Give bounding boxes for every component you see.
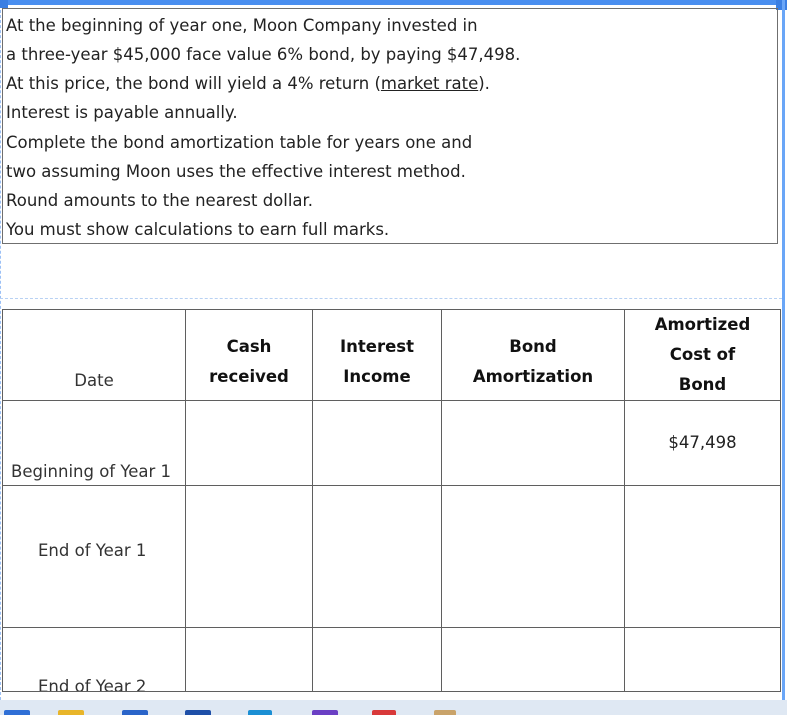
row-label-beginning-year-1: Beginning of Year 1 (2, 400, 186, 486)
cell-amortized-cost-row-1[interactable]: $47,498 (624, 400, 781, 486)
store-icon[interactable] (122, 710, 148, 715)
table-row: Beginning of Year 1 $47,498 (2, 400, 781, 486)
edge-icon[interactable] (248, 710, 272, 715)
header-date: Date (2, 309, 186, 401)
question-line-6: two assuming Moon uses the effective int… (6, 162, 466, 181)
question-line-7: Round amounts to the nearest dollar. (6, 191, 314, 210)
table-row: End of Year 1 (2, 485, 781, 628)
header-bond-amortization: Bond Amortization (441, 309, 625, 401)
taskbar (0, 700, 787, 715)
settings-icon[interactable] (434, 710, 456, 715)
header-interest-income: Interest Income (312, 309, 442, 401)
cell-cash-row-3[interactable] (185, 627, 313, 692)
mail-icon[interactable] (185, 710, 211, 715)
taskbar-app-icon[interactable] (4, 710, 30, 715)
header-amortized-cost: Amortized Cost of Bond (624, 309, 781, 401)
cell-amortization-row-3[interactable] (441, 627, 625, 692)
folder-icon[interactable] (58, 710, 84, 715)
app-icon[interactable] (312, 710, 338, 715)
selection-guide (0, 298, 782, 299)
selection-left-edge (0, 0, 1, 700)
cell-amortization-row-2[interactable] (441, 485, 625, 628)
cell-interest-row-2[interactable] (312, 485, 442, 628)
question-line-2: a three-year $45,000 face value 6% bond,… (6, 45, 521, 64)
selection-top-bar[interactable] (0, 0, 787, 5)
cell-cash-row-1[interactable] (185, 400, 313, 486)
selection-handle-left[interactable] (0, 0, 8, 8)
market-rate-link[interactable]: market rate (381, 74, 478, 93)
question-line-5: Complete the bond amortization table for… (6, 133, 473, 152)
chrome-icon[interactable] (372, 710, 396, 715)
cell-cash-row-2[interactable] (185, 485, 313, 628)
cell-interest-row-3[interactable] (312, 627, 442, 692)
cell-amortization-row-1[interactable] (441, 400, 625, 486)
question-line-1: At the beginning of year one, Moon Compa… (6, 16, 478, 35)
amortization-table: Date Cash received Interest Income Bond … (2, 309, 781, 692)
cell-amortized-cost-row-2[interactable] (624, 485, 781, 628)
table-header-row: Date Cash received Interest Income Bond … (2, 309, 781, 401)
question-line-3-text: At this price, the bond will yield a 4% … (6, 74, 381, 93)
row-label-end-year-2: End of Year 2 (2, 627, 186, 692)
question-line-3-suffix: ). (478, 74, 490, 93)
cell-amortized-cost-row-3[interactable] (624, 627, 781, 692)
question-line-4: Interest is payable annually. (6, 103, 238, 122)
row-label-end-year-1: End of Year 1 (2, 485, 186, 628)
selection-right-edge[interactable] (782, 0, 785, 700)
table-row: End of Year 2 (2, 627, 781, 692)
header-cash-received: Cash received (185, 309, 313, 401)
question-line-3: At this price, the bond will yield a 4% … (6, 70, 490, 98)
question-text-box[interactable]: At the beginning of year one, Moon Compa… (2, 8, 778, 244)
cell-interest-row-1[interactable] (312, 400, 442, 486)
question-line-8: You must show calculations to earn full … (6, 220, 390, 239)
